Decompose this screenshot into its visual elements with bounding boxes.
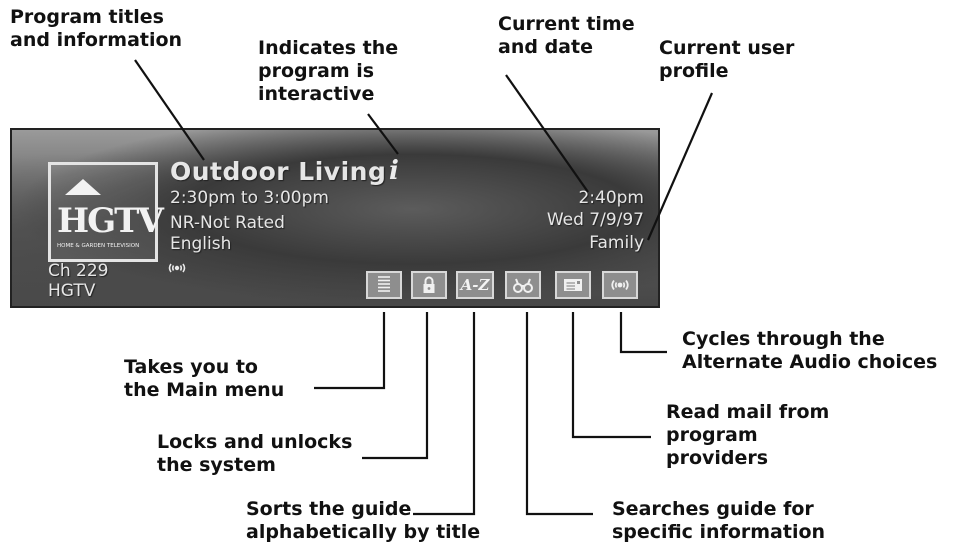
callout-time-date: Current time and date bbox=[498, 13, 635, 58]
program-rating: NR-Not Rated bbox=[170, 213, 285, 233]
leader-main-menu bbox=[314, 312, 386, 390]
callout-audio: Cycles through the Alternate Audio choic… bbox=[682, 328, 938, 373]
program-time-range: 2:30pm to 3:00pm bbox=[170, 188, 329, 208]
leader-sorts bbox=[413, 312, 476, 516]
callout-sorts: Sorts the guide alphabetically by title bbox=[246, 498, 481, 543]
user-profile: Family bbox=[589, 233, 644, 253]
lock-icon bbox=[422, 276, 436, 294]
leader-locks bbox=[362, 312, 429, 460]
callout-interactive: Indicates the program is interactive bbox=[258, 37, 399, 105]
binoculars-icon bbox=[512, 276, 534, 294]
channel-name: HGTV bbox=[48, 281, 96, 301]
leader-searches bbox=[525, 312, 593, 516]
callout-searches: Searches guide for specific information bbox=[612, 498, 826, 543]
callout-locks: Locks and unlocks the system bbox=[157, 431, 353, 476]
program-banner: HGTV HOME & GARDEN TELEVISION Outdoor Li… bbox=[10, 128, 660, 308]
audio-cycle-icon bbox=[610, 278, 630, 292]
callout-main-menu: Takes you to the Main menu bbox=[124, 356, 285, 401]
logo-subtext: HOME & GARDEN TELEVISION bbox=[57, 243, 140, 249]
mail-button[interactable] bbox=[555, 271, 591, 299]
callout-user-profile: Current user profile bbox=[659, 37, 795, 82]
leader-audio bbox=[619, 312, 667, 354]
channel-logo: HGTV HOME & GARDEN TELEVISION bbox=[48, 162, 164, 262]
interactive-i-icon: i bbox=[389, 156, 399, 186]
main-menu-button[interactable] bbox=[366, 271, 402, 299]
callout-program-titles: Program titles and information bbox=[10, 6, 183, 51]
mail-icon bbox=[563, 278, 583, 292]
current-date: Wed 7/9/97 bbox=[546, 210, 644, 230]
alternate-audio-icon bbox=[168, 261, 186, 278]
callout-mail: Read mail from program providers bbox=[666, 401, 830, 469]
audio-cycle-button[interactable] bbox=[602, 271, 638, 299]
main-menu-icon bbox=[376, 275, 392, 295]
leader-mail bbox=[571, 312, 651, 439]
logo-text: HGTV bbox=[57, 201, 164, 241]
sort-az-icon: A-Z bbox=[460, 276, 490, 294]
logo-roof-icon bbox=[65, 179, 101, 195]
program-language: English bbox=[170, 234, 232, 254]
program-title: Outdoor Living bbox=[170, 157, 387, 186]
sort-az-button[interactable]: A-Z bbox=[456, 271, 494, 299]
search-button[interactable] bbox=[505, 271, 541, 299]
channel-number: Ch 229 bbox=[48, 261, 109, 281]
lock-button[interactable] bbox=[411, 271, 447, 299]
current-time: 2:40pm bbox=[578, 188, 644, 208]
